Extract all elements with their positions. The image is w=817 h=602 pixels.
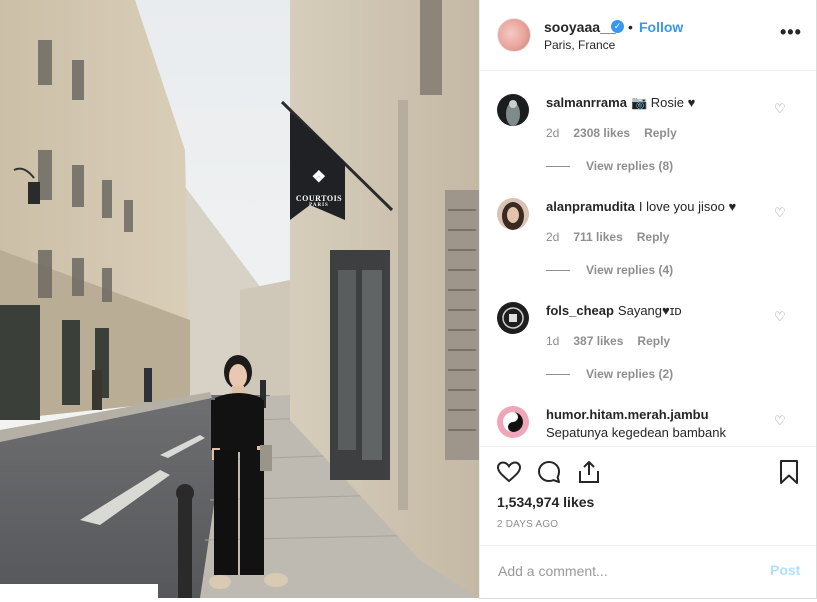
view-replies-line [546,374,570,376]
comment-body: I love you jisoo ♥ [638,199,737,214]
comment-like-icon[interactable]: ♡ [774,413,786,429]
post-username[interactable]: sooyaaa__ [544,19,616,35]
comment-text: salmanrrama 📷 Rosie ♥ [546,94,771,112]
flag-brand-city: PARIS [309,203,329,208]
commenter-avatar[interactable] [497,198,529,230]
comment-body: Sepatunya kegedean bambank [546,425,726,440]
post-actions: 1,534,974 likes 2 DAYS AGO [480,446,816,547]
view-replies-button[interactable]: View replies (8) [546,159,673,173]
speech-bubble-icon[interactable] [536,459,562,485]
commenter-avatar-image [502,307,524,329]
share-icon[interactable] [576,459,602,485]
comment-likes[interactable]: 387 likes [573,334,623,348]
post-header: sooyaaa__ ✓ • Follow Paris, France ••• [480,0,816,71]
view-replies-label: View replies (4) [586,263,674,277]
comments-list[interactable]: salmanrrama 📷 Rosie ♥ ♡ 2d 2308 likes Reply… [480,71,816,445]
view-replies-line [546,270,570,272]
commenter-avatar[interactable] [497,406,529,438]
post-photo[interactable]: ❖ COURTOIS PARIS [0,0,479,598]
post-likes-count[interactable]: 1,534,974 likes [497,494,594,510]
reply-button[interactable]: Reply [637,334,670,348]
comment-meta: 1d 387 likes Reply [546,334,684,348]
post-timestamp[interactable]: 2 DAYS AGO [497,519,558,530]
view-replies-button[interactable]: View replies (2) [546,367,673,381]
post-panel: sooyaaa__ ✓ • Follow Paris, France ••• s… [479,0,817,599]
comment-text: alanpramudita I love you jisoo ♥ [546,198,771,216]
comment-username[interactable]: humor.hitam.merah.jambu [546,407,709,422]
street-photo-illustration [0,0,479,598]
comment-like-icon[interactable]: ♡ [774,205,786,221]
bookmark-icon[interactable] [776,459,802,485]
comment-username[interactable]: fols_cheap [546,303,614,318]
post-comment-button[interactable]: Post [770,562,800,578]
comment-likes[interactable]: 711 likes [573,230,622,244]
view-replies-button[interactable]: View replies (4) [546,263,673,277]
post-location[interactable]: Paris, France [544,38,615,52]
verified-badge-icon: ✓ [611,20,624,33]
comment-username[interactable]: alanpramudita [546,199,635,214]
avatar[interactable] [497,18,531,52]
view-replies-label: View replies (2) [586,367,674,381]
commenter-avatar-image [506,100,520,126]
flag-logo-icon: ❖ [311,169,327,186]
more-options-icon[interactable]: ••• [780,22,802,43]
comment-text: fols_cheap Sayang♥ɪᴅ [546,302,771,320]
reply-button[interactable]: Reply [637,230,670,244]
comment-meta: 2d 711 likes Reply [546,230,683,244]
commenter-avatar[interactable] [497,94,529,126]
comment-likes[interactable]: 2308 likes [573,126,630,140]
commenter-avatar-image [502,202,524,230]
comment-like-icon[interactable]: ♡ [774,309,786,325]
comment-input[interactable] [496,558,750,584]
view-replies-label: View replies (8) [586,159,674,173]
comment-like-icon[interactable]: ♡ [774,101,786,117]
reply-button[interactable]: Reply [644,126,677,140]
flag-brand-name: COURTOIS [295,194,343,203]
flag-sign-text: ❖ COURTOIS PARIS [293,170,345,209]
commenter-avatar-image [503,412,523,432]
comment-body: 📷 Rosie ♥ [630,95,696,110]
comment-time[interactable]: 2d [546,230,559,244]
comment-meta: 2d 2308 likes Reply [546,126,691,140]
comment-username[interactable]: salmanrrama [546,95,627,110]
view-replies-line [546,166,570,168]
separator-dot: • [628,19,633,35]
comment-body: Sayang♥ɪᴅ [617,303,682,318]
comment-text: humor.hitam.merah.jambu Sepatunya kegedea… [546,406,771,442]
comment-time[interactable]: 1d [546,334,559,348]
comment-time[interactable]: 2d [546,126,559,140]
follow-button[interactable]: Follow [639,19,683,35]
heart-icon[interactable] [496,459,522,485]
add-comment-bar: Post [480,545,816,598]
commenter-avatar[interactable] [497,302,529,334]
